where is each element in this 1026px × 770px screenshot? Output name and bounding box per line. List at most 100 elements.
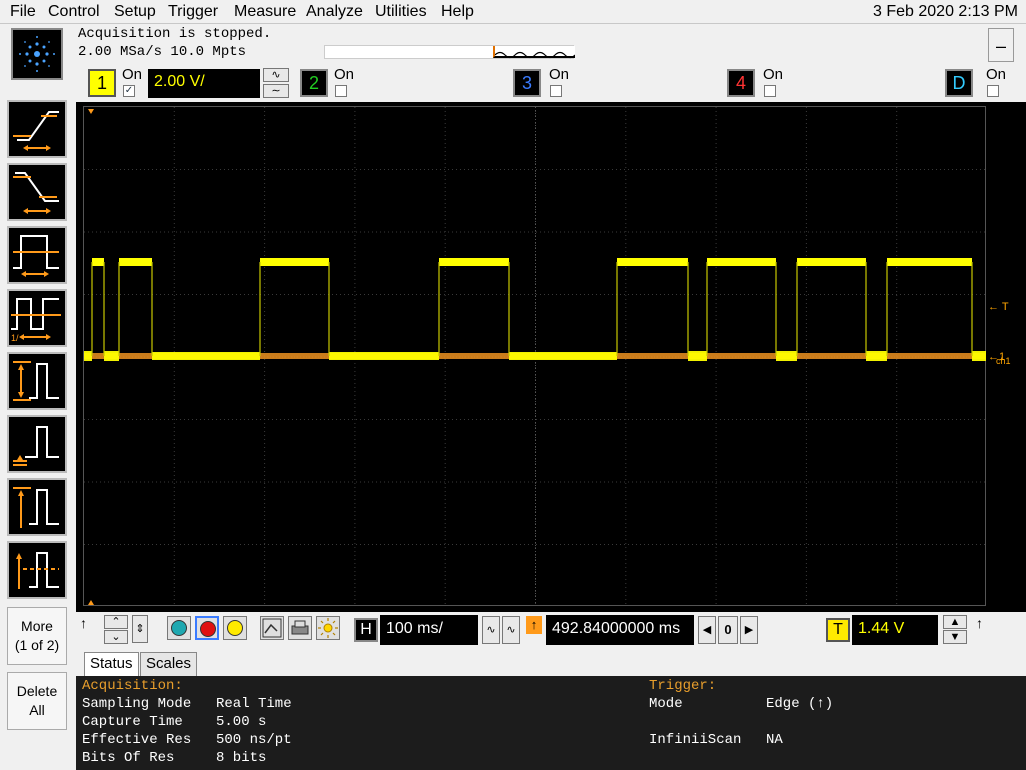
trace-high-segment xyxy=(260,258,329,266)
menu-file[interactable]: File xyxy=(10,3,36,21)
control-bar: ↑ ⌃ ⌄ ⇕ H 100 ms/ ∿ ∿ ↑ 492.84000000 ms … xyxy=(76,612,1026,650)
trigger-value: NA xyxy=(766,732,783,748)
channel-4-button[interactable]: 4 xyxy=(727,69,755,97)
channel-4-on-label: On xyxy=(763,66,784,83)
trigger-value: Edge (↑) xyxy=(766,696,834,712)
channel-3-button[interactable]: 3 xyxy=(513,69,541,97)
trace-high-segment xyxy=(617,258,688,266)
delete-all-button[interactable]: Delete All xyxy=(7,672,67,730)
base-measure-icon[interactable] xyxy=(7,415,67,473)
delay-marker-icon: ↑ xyxy=(526,616,542,634)
status-value: Real Time xyxy=(216,696,292,712)
channel-3-checkbox[interactable] xyxy=(550,85,562,97)
left-toolbar: 1/ More (1 of 2) Delete All xyxy=(0,24,76,770)
brightness-button[interactable] xyxy=(316,616,340,640)
oscilloscope-app: File Control Setup Trigger Measure Analy… xyxy=(0,0,1026,770)
up-arrow-icon[interactable]: ↑ xyxy=(80,615,96,645)
logo-icon[interactable] xyxy=(11,28,63,80)
delete-all-label: All xyxy=(29,702,45,718)
more-label: More xyxy=(21,618,53,634)
run-button[interactable] xyxy=(167,616,191,640)
datetime: 3 Feb 2020 2:13 PM xyxy=(873,3,1018,20)
trigger-level-marker[interactable]: ← T xyxy=(988,301,1009,313)
memory-bar[interactable] xyxy=(324,45,576,59)
trigger-button[interactable]: T xyxy=(826,618,850,642)
trace-low-segment xyxy=(866,351,887,361)
marker-strip: ← T ←1 ch1 xyxy=(986,106,1026,606)
waveform-display[interactable] xyxy=(83,106,987,607)
channel-2-button[interactable]: 2 xyxy=(300,69,328,97)
autoscale-button[interactable] xyxy=(260,616,284,640)
status-key: Sampling Mode xyxy=(82,696,192,712)
menu-analyze[interactable]: Analyze xyxy=(306,3,363,21)
menu-setup[interactable]: Setup xyxy=(114,3,156,21)
status-value: 5.00 s xyxy=(216,714,267,730)
menu-utilities[interactable]: Utilities xyxy=(375,3,427,21)
channel-4-checkbox[interactable] xyxy=(764,85,776,97)
channel-2-on-label: On xyxy=(334,66,355,83)
digital-channel-button[interactable]: D xyxy=(945,69,973,97)
threshold-measure-icon[interactable] xyxy=(7,541,67,599)
digital-on-label: On xyxy=(986,66,1007,83)
status-key: Capture Time xyxy=(82,714,183,730)
top-measure-icon[interactable] xyxy=(7,478,67,536)
trace-high-segment xyxy=(707,258,776,266)
delay-field[interactable]: 492.84000000 ms xyxy=(546,615,694,645)
delay-left-icon[interactable]: ◀ xyxy=(698,616,716,644)
coupling-ac-icon[interactable]: ∿ xyxy=(263,68,289,82)
channel-1-scale-field[interactable]: 2.00 V/ xyxy=(148,69,260,98)
more-button[interactable]: More (1 of 2) xyxy=(7,607,67,665)
delay-right-icon[interactable]: ▶ xyxy=(740,616,758,644)
menu-control[interactable]: Control xyxy=(48,3,100,21)
channel-2-checkbox[interactable] xyxy=(335,85,347,97)
rise-time-measure-icon[interactable] xyxy=(7,100,67,158)
trigger-level-field[interactable]: 1.44 V xyxy=(852,615,938,645)
period-measure-icon[interactable]: 1/ xyxy=(7,289,67,347)
trace-low-segment xyxy=(509,352,617,360)
trace-high-segment xyxy=(887,258,972,266)
tab-status[interactable]: Status xyxy=(84,652,139,676)
print-button[interactable] xyxy=(288,616,312,640)
minimize-button[interactable]: – xyxy=(988,28,1014,62)
menu-bar: File Control Setup Trigger Measure Analy… xyxy=(0,0,1026,24)
coupling-dc-icon[interactable]: ∼ xyxy=(263,84,289,98)
timebase-field[interactable]: 100 ms/ xyxy=(380,615,478,645)
stop-button[interactable] xyxy=(195,616,219,640)
acquisition-state: Acquisition is stopped. xyxy=(78,26,272,42)
trigger-header: Trigger: xyxy=(649,678,717,694)
timebase-fine-icon[interactable]: ∿ xyxy=(482,616,500,644)
fall-time-measure-icon[interactable] xyxy=(7,163,67,221)
trigger-level-down-icon[interactable]: ▼ xyxy=(943,630,967,644)
trace-low-segment xyxy=(152,352,260,360)
channel-1-checkbox[interactable]: ✓ xyxy=(123,85,135,97)
timebase-coarse-icon[interactable]: ∿ xyxy=(502,616,520,644)
expand-icon[interactable]: ⇕ xyxy=(132,615,148,643)
zoom-down-icon[interactable]: ⌄ xyxy=(104,630,128,644)
pulse-width-measure-icon[interactable] xyxy=(7,226,67,284)
delay-zero-button[interactable]: 0 xyxy=(718,616,738,644)
trace-low-segment xyxy=(329,352,439,360)
sun-icon xyxy=(318,618,338,638)
amplitude-measure-icon[interactable] xyxy=(7,352,67,410)
menu-help[interactable]: Help xyxy=(441,3,474,21)
autoscale-icon xyxy=(262,618,282,638)
menu-measure[interactable]: Measure xyxy=(234,3,296,21)
more-page-label: (1 of 2) xyxy=(14,637,60,653)
trigger-key: Mode xyxy=(649,696,683,712)
channel-1-button[interactable]: 1 xyxy=(88,69,116,97)
trigger-slope-icon[interactable]: ↑ xyxy=(976,615,992,645)
printer-icon xyxy=(291,620,309,635)
tab-scales[interactable]: Scales xyxy=(140,652,198,676)
digital-checkbox[interactable] xyxy=(987,85,999,97)
single-button[interactable] xyxy=(223,616,247,640)
menu-trigger[interactable]: Trigger xyxy=(168,3,218,21)
trace-low-segment xyxy=(776,351,797,361)
reference-marker-label: ch1 xyxy=(996,356,1011,366)
trigger-level-up-icon[interactable]: ▲ xyxy=(943,615,967,629)
trace-low-segment xyxy=(84,351,92,361)
trace-low-segment xyxy=(972,351,987,361)
horizontal-button[interactable]: H xyxy=(354,618,378,642)
zoom-up-icon[interactable]: ⌃ xyxy=(104,615,128,629)
tab-bar: Status Scales xyxy=(76,650,1026,676)
status-key: Effective Res xyxy=(82,732,192,748)
